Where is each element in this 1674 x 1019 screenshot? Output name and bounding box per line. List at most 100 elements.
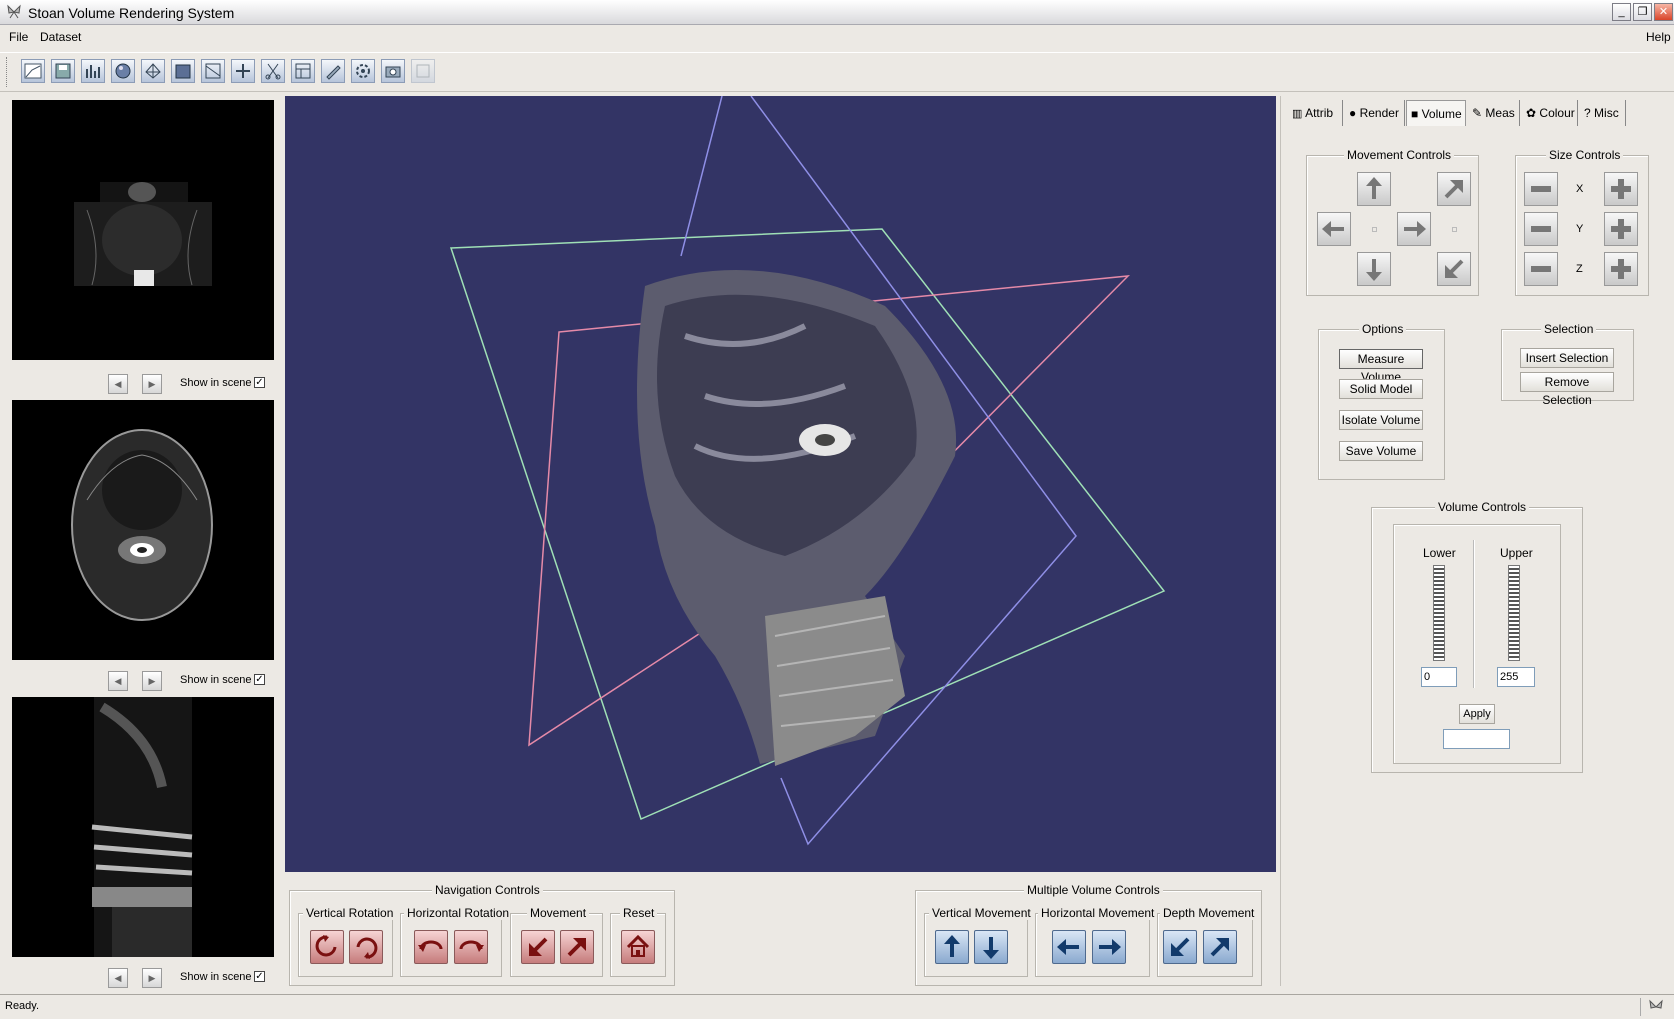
move-left-button[interactable] bbox=[1317, 212, 1351, 246]
multi-move-forward-button[interactable] bbox=[1203, 930, 1237, 964]
volume-result-field[interactable] bbox=[1443, 729, 1510, 749]
next-slice-button[interactable]: ▶ bbox=[142, 374, 162, 394]
next-slice-button[interactable]: ▶ bbox=[142, 671, 162, 691]
depth-movement-title: Depth Movement bbox=[1160, 906, 1258, 920]
move-backward-button[interactable] bbox=[521, 930, 555, 964]
shrink-z-button[interactable] bbox=[1524, 252, 1558, 286]
rotate-up-button[interactable] bbox=[310, 930, 344, 964]
rotate-left-button[interactable] bbox=[414, 930, 448, 964]
maximize-icon[interactable]: ❐ bbox=[1633, 3, 1652, 21]
axial-slice-view[interactable] bbox=[12, 400, 274, 660]
threshold-panel bbox=[1393, 524, 1561, 764]
lower-threshold-slider[interactable] bbox=[1433, 565, 1445, 661]
multi-move-up-button[interactable] bbox=[935, 930, 969, 964]
slice-icon[interactable] bbox=[201, 59, 225, 83]
panel-icon[interactable] bbox=[291, 59, 315, 83]
tab-meas[interactable]: ✎ Meas bbox=[1468, 100, 1520, 126]
grow-y-button[interactable] bbox=[1604, 212, 1638, 246]
show-in-scene-checkbox[interactable]: ✓ bbox=[254, 674, 265, 685]
show-in-scene-checkbox[interactable]: ✓ bbox=[254, 971, 265, 982]
grid-icon[interactable] bbox=[231, 59, 255, 83]
selection-title: Selection bbox=[1541, 322, 1597, 336]
pencil-icon[interactable] bbox=[321, 59, 345, 83]
show-in-scene-label: Show in scene bbox=[180, 377, 252, 389]
move-right-button[interactable] bbox=[1397, 212, 1431, 246]
mesh-icon[interactable] bbox=[141, 59, 165, 83]
toolbar bbox=[0, 52, 1674, 92]
save-icon[interactable] bbox=[51, 59, 75, 83]
butterfly-status-icon bbox=[1648, 999, 1664, 1015]
cube-icon[interactable] bbox=[171, 59, 195, 83]
grow-z-button[interactable] bbox=[1604, 252, 1638, 286]
coronal-slice-view[interactable] bbox=[12, 100, 274, 360]
measure-tab-icon: ✎ bbox=[1472, 106, 1483, 120]
next-slice-button[interactable]: ▶ bbox=[142, 968, 162, 988]
cut-icon[interactable] bbox=[261, 59, 285, 83]
vertical-movement-title: Vertical Movement bbox=[929, 906, 1034, 920]
show-in-scene-checkbox[interactable]: ✓ bbox=[254, 377, 265, 388]
tab-misc-label: Misc bbox=[1594, 106, 1619, 120]
z-axis-label: Z bbox=[1576, 263, 1583, 275]
gear-icon[interactable] bbox=[351, 59, 375, 83]
remove-selection-button[interactable]: Remove Selection bbox=[1520, 372, 1614, 407]
move-forward-diagonal-button[interactable] bbox=[1437, 172, 1471, 206]
multi-move-left-button[interactable] bbox=[1052, 930, 1086, 964]
prev-slice-button[interactable]: ◀ bbox=[108, 671, 128, 691]
center-marker bbox=[1372, 227, 1377, 232]
menu-bar: File Dataset Help bbox=[0, 26, 1674, 48]
solid-model-button[interactable]: Solid Model bbox=[1339, 379, 1423, 399]
move-down-button[interactable] bbox=[1357, 252, 1391, 286]
tab-volume[interactable]: ■ Volume bbox=[1406, 100, 1466, 126]
menu-help[interactable]: Help bbox=[1646, 30, 1671, 44]
panel-divider bbox=[1280, 96, 1281, 986]
close-icon[interactable]: ✕ bbox=[1654, 3, 1673, 21]
insert-selection-button[interactable]: Insert Selection bbox=[1520, 348, 1614, 368]
tab-render-label: Render bbox=[1359, 106, 1399, 120]
save-volume-button[interactable]: Save Volume bbox=[1339, 441, 1423, 461]
volume-controls-title: Volume Controls bbox=[1435, 500, 1530, 514]
rotate-right-button[interactable] bbox=[454, 930, 488, 964]
status-text: Ready. bbox=[5, 1000, 40, 1012]
shrink-x-button[interactable] bbox=[1524, 172, 1558, 206]
multi-move-back-button[interactable] bbox=[1163, 930, 1197, 964]
prev-slice-button[interactable]: ◀ bbox=[108, 968, 128, 988]
camera-icon[interactable] bbox=[381, 59, 405, 83]
tab-misc[interactable]: ? Misc bbox=[1580, 100, 1626, 126]
move-forward-button[interactable] bbox=[560, 930, 594, 964]
apply-button[interactable]: Apply bbox=[1459, 704, 1495, 724]
measure-volume-button[interactable]: Measure Volume bbox=[1339, 349, 1423, 384]
volume-render-viewport[interactable] bbox=[285, 95, 1276, 872]
title-bar: Stoan Volume Rendering System _ ❐ ✕ bbox=[0, 0, 1674, 25]
multi-move-down-button[interactable] bbox=[974, 930, 1008, 964]
move-back-diagonal-button[interactable] bbox=[1437, 252, 1471, 286]
app-butterfly-icon bbox=[6, 4, 22, 20]
multi-move-right-button[interactable] bbox=[1092, 930, 1126, 964]
tab-attrib[interactable]: ▥ Attrib bbox=[1288, 100, 1343, 126]
tab-colour[interactable]: ✿ Colour bbox=[1522, 100, 1578, 126]
menu-dataset[interactable]: Dataset bbox=[40, 30, 81, 44]
tab-volume-label: Volume bbox=[1421, 107, 1462, 121]
sphere-tab-icon: ● bbox=[1349, 106, 1357, 120]
grow-x-button[interactable] bbox=[1604, 172, 1638, 206]
menu-file[interactable]: File bbox=[9, 30, 28, 44]
prev-slice-button[interactable]: ◀ bbox=[108, 374, 128, 394]
reset-home-button[interactable] bbox=[621, 930, 655, 964]
histogram-icon[interactable] bbox=[81, 59, 105, 83]
shrink-y-button[interactable] bbox=[1524, 212, 1558, 246]
rotate-down-button[interactable] bbox=[349, 930, 383, 964]
upper-value-field[interactable]: 255 bbox=[1497, 667, 1535, 687]
minimize-icon[interactable]: _ bbox=[1612, 3, 1631, 21]
threshold-divider bbox=[1473, 540, 1474, 688]
isolate-volume-button[interactable]: Isolate Volume bbox=[1339, 410, 1423, 430]
open-image-icon[interactable] bbox=[21, 59, 45, 83]
move-up-button[interactable] bbox=[1357, 172, 1391, 206]
show-in-scene-label: Show in scene bbox=[180, 674, 252, 686]
sagittal-slice-view[interactable] bbox=[12, 697, 274, 957]
tab-render[interactable]: ● Render bbox=[1345, 100, 1405, 126]
lower-value-field[interactable]: 0 bbox=[1421, 667, 1457, 687]
toolbar-grip[interactable] bbox=[6, 57, 9, 87]
options-title: Options bbox=[1359, 322, 1407, 336]
sphere-icon[interactable] bbox=[111, 59, 135, 83]
upper-threshold-slider[interactable] bbox=[1508, 565, 1520, 661]
show-in-scene-label: Show in scene bbox=[180, 971, 252, 983]
